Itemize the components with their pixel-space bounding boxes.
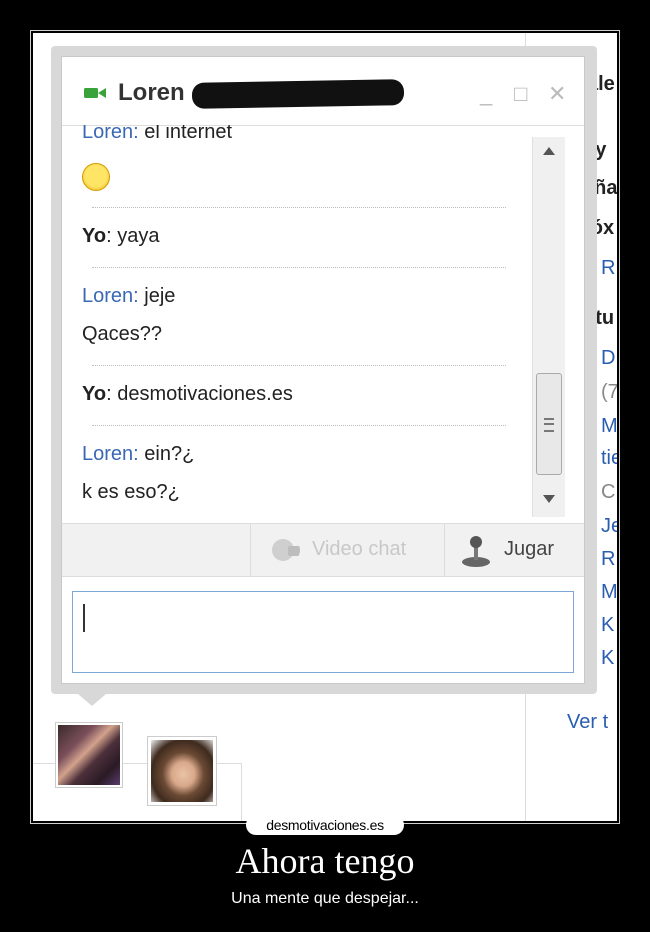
chat-message: Yo: desmotivaciones.es: [82, 383, 293, 406]
video-camera-icon: [84, 88, 106, 98]
chat-message: Yo: yaya: [82, 225, 159, 248]
message-separator: [92, 365, 506, 366]
video-chat-label: Video chat: [312, 538, 407, 560]
video-chat-button[interactable]: Video chat: [268, 524, 438, 576]
chat-toolbar: Video chat Jugar: [62, 523, 584, 577]
chat-header[interactable]: Loren _ □ ✕: [62, 57, 584, 126]
message-input[interactable]: [72, 591, 574, 673]
chat-message: Loren: ein?¿: [82, 443, 194, 466]
chat-window: Loren _ □ ✕ Loren: el internet Yo: yaya …: [61, 56, 585, 684]
avatar-photo: [151, 740, 213, 802]
screenshot-area: ale oy aña róx R utu D (7 M tie C Je R M…: [33, 33, 617, 821]
sender-separator: :: [133, 285, 139, 307]
text-caret: [83, 604, 85, 632]
message-separator: [92, 267, 506, 268]
message-sender: Loren: [82, 125, 134, 143]
bg-text: (7: [601, 381, 617, 403]
toolbar-divider: [250, 524, 251, 576]
scroll-down-arrow-icon[interactable]: [543, 495, 555, 503]
grip-icon: [544, 418, 554, 432]
avatar-photo: [58, 725, 120, 785]
contact-avatar[interactable]: [147, 736, 217, 806]
message-text: desmotivaciones.es: [117, 383, 293, 405]
maximize-icon[interactable]: □: [514, 81, 527, 107]
bg-link[interactable]: R: [601, 257, 615, 280]
bg-link[interactable]: tie: [601, 447, 617, 470]
bg-text: C: [601, 481, 616, 503]
joystick-icon: [462, 536, 490, 567]
toolbar-divider: [444, 524, 445, 576]
scroll-up-arrow-icon[interactable]: [543, 147, 555, 155]
smiley-emoticon-icon: [82, 163, 110, 191]
message-text: k es eso?¿: [82, 481, 180, 503]
sender-separator: :: [133, 125, 139, 143]
poster-subline: Una mente que despejar...: [231, 890, 419, 907]
chat-pointer: [78, 694, 106, 706]
message-text: yaya: [117, 225, 160, 247]
scroll-thumb[interactable]: [536, 373, 562, 475]
sender-separator: :: [106, 225, 112, 247]
close-icon[interactable]: ✕: [548, 81, 566, 107]
poster-headline: Ahora tengo: [235, 841, 415, 881]
sender-separator: :: [133, 443, 139, 465]
message-list[interactable]: Loren: el internet Yo: yaya Loren: jeje …: [62, 125, 532, 517]
bg-link[interactable]: R: [601, 548, 615, 571]
chat-message: Loren: jeje: [82, 285, 175, 308]
bg-link[interactable]: M: [601, 581, 617, 604]
chat-message: Loren: el internet: [82, 125, 232, 144]
chat-message: Qaces??: [82, 323, 162, 346]
message-separator: [92, 207, 506, 208]
message-scrollbar[interactable]: [532, 137, 565, 517]
bg-link[interactable]: D: [601, 347, 615, 370]
bg-link[interactable]: Je: [601, 515, 617, 538]
jugar-label: Jugar: [504, 538, 555, 560]
message-text: Qaces??: [82, 323, 163, 345]
message-text: jeje: [144, 285, 176, 307]
bg-link[interactable]: K: [601, 647, 614, 670]
message-text: el internet: [144, 125, 233, 143]
contact-name: Loren: [118, 79, 185, 106]
message-sender: Yo: [82, 225, 107, 247]
minimize-icon[interactable]: _: [480, 81, 492, 107]
bg-link[interactable]: K: [601, 614, 614, 637]
video-chat-icon: [272, 539, 300, 561]
bg-link[interactable]: M: [601, 415, 617, 438]
redaction-scribble: [191, 79, 405, 109]
message-sender: Loren: [82, 285, 134, 307]
sender-separator: :: [106, 383, 112, 405]
message-sender: Yo: [82, 383, 107, 405]
chat-message: k es eso?¿: [82, 481, 180, 504]
contact-avatar[interactable]: [55, 722, 123, 788]
ver-todos-link[interactable]: Ver t: [567, 711, 608, 734]
jugar-button[interactable]: Jugar: [456, 524, 576, 576]
message-separator: [92, 425, 506, 426]
message-sender: Loren: [82, 443, 134, 465]
message-text: ein?¿: [144, 443, 195, 465]
site-logo: desmotivaciones.es: [266, 817, 384, 833]
